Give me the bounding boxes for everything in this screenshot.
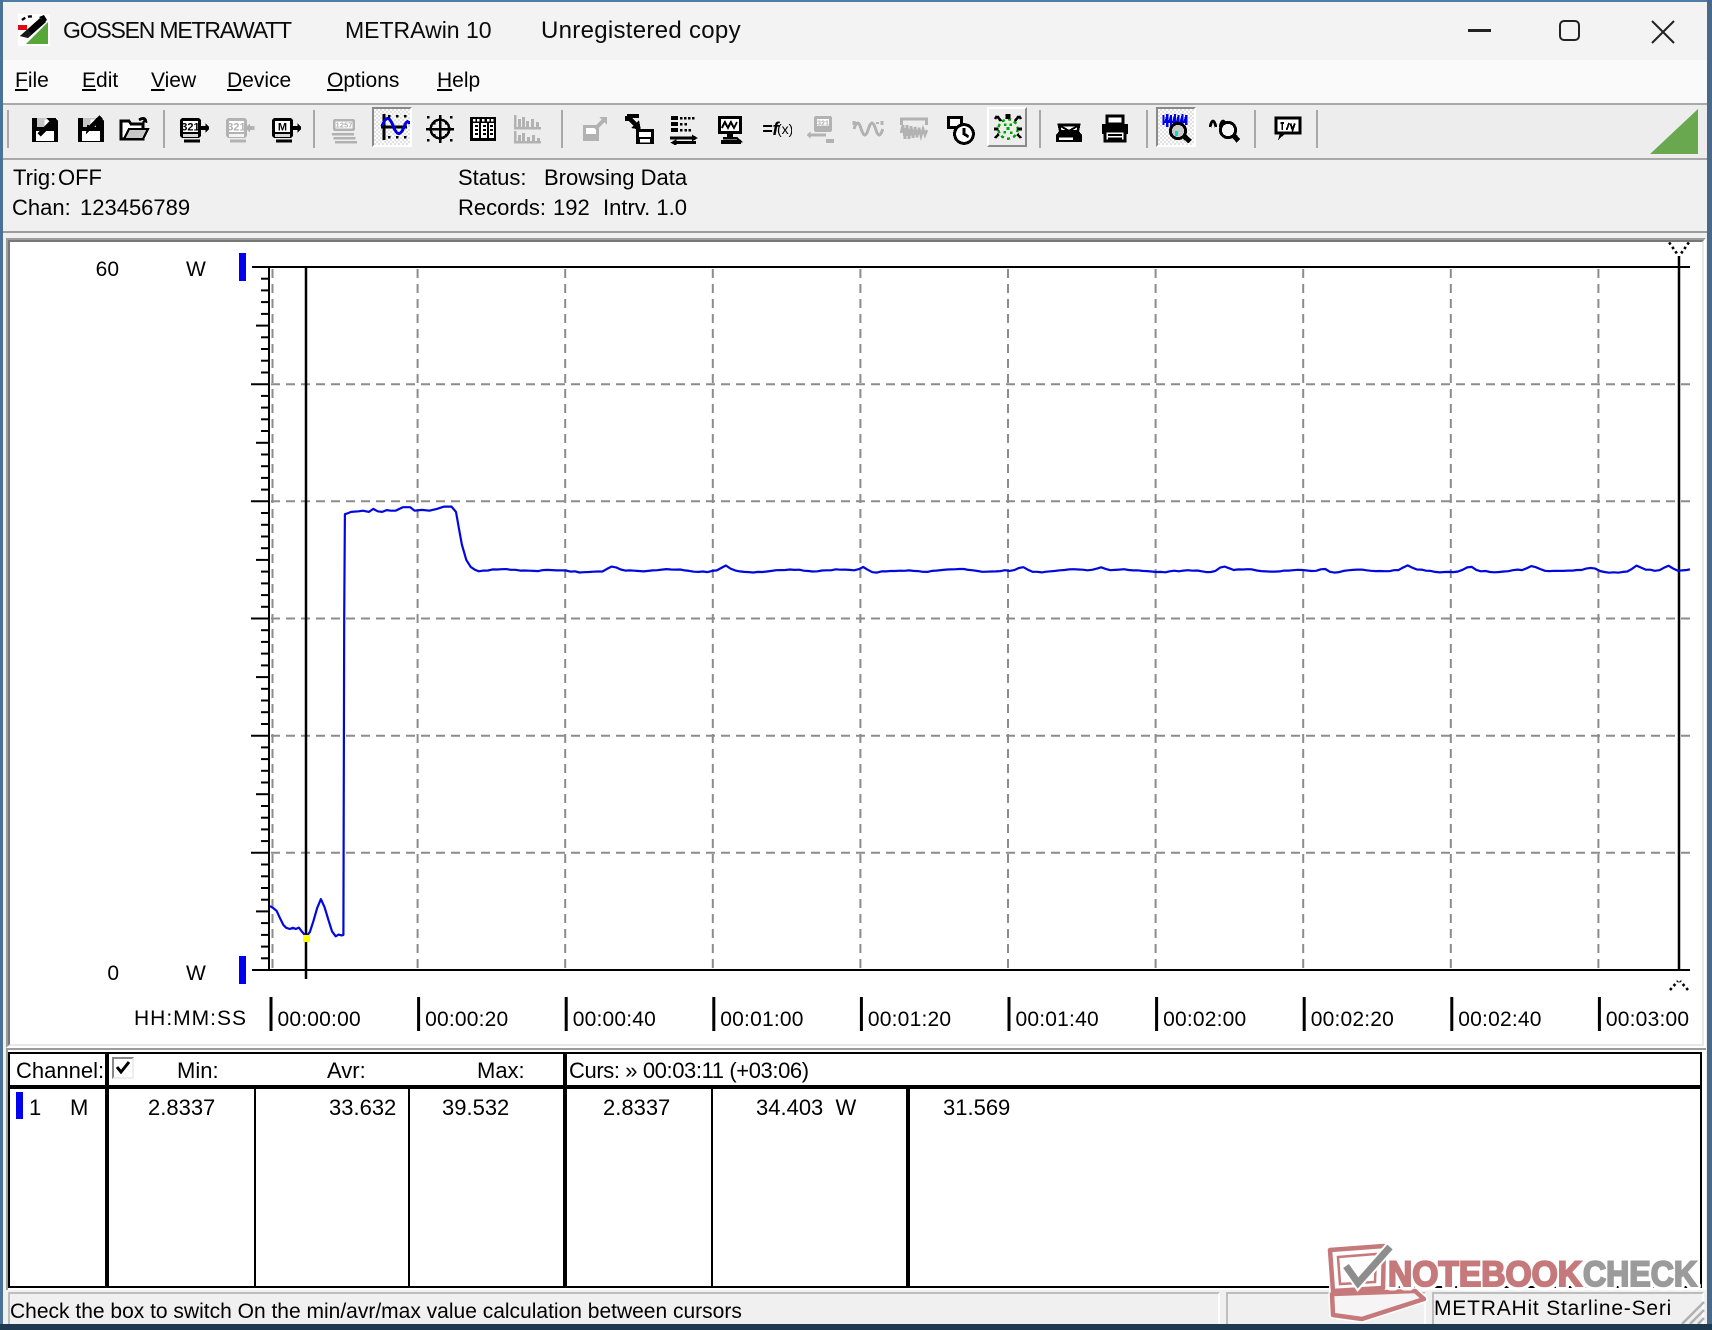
svg-text:00:02:40: 00:02:40	[1458, 1008, 1541, 1031]
svg-text:00:01:20: 00:01:20	[868, 1008, 951, 1031]
svg-text:CHECK: CHECK	[1583, 1255, 1697, 1294]
svg-text:00:01:00: 00:01:00	[720, 1008, 803, 1031]
svg-text:W: W	[186, 962, 206, 985]
svg-text:1257: 1257	[336, 121, 353, 130]
svg-text:00:00:00: 00:00:00	[278, 1008, 361, 1031]
svg-text:00:01:40: 00:01:40	[1016, 1008, 1099, 1031]
svg-text:00:00:20: 00:00:20	[425, 1008, 508, 1031]
svg-text:W: W	[186, 258, 206, 281]
svg-text:321: 321	[227, 122, 245, 134]
svg-text:321: 321	[181, 122, 199, 134]
svg-text:00:00:40: 00:00:40	[573, 1008, 656, 1031]
svg-text:00:02:00: 00:02:00	[1163, 1008, 1246, 1031]
svg-text:(x): (x)	[777, 121, 792, 137]
svg-text:00:03:00: 00:03:00	[1606, 1008, 1689, 1031]
svg-text:00:02:20: 00:02:20	[1311, 1008, 1394, 1031]
svg-text:0: 0	[107, 962, 119, 985]
svg-text:NOTEBOOK: NOTEBOOK	[1388, 1255, 1582, 1294]
svg-text:HH:MM:SS: HH:MM:SS	[134, 1007, 247, 1030]
svg-text:M: M	[278, 122, 287, 134]
svg-text:60: 60	[96, 258, 119, 281]
svg-text:321: 321	[817, 118, 829, 127]
